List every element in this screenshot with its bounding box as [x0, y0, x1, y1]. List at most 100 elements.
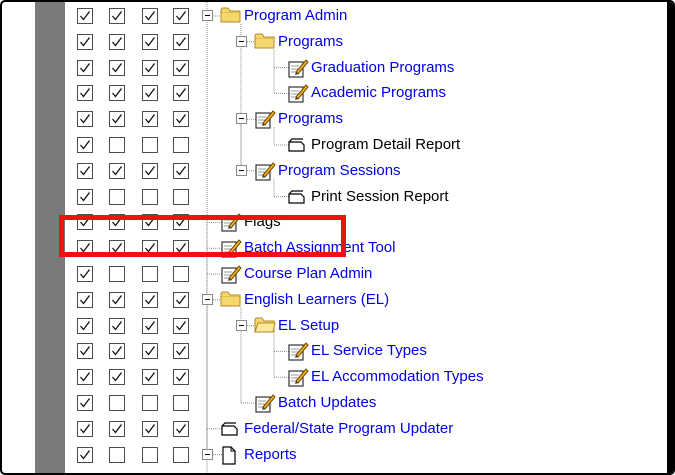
permission-checkbox-1[interactable] [77, 59, 93, 76]
permission-checkbox-4[interactable] [173, 188, 189, 205]
permission-checkbox-4[interactable] [173, 266, 189, 282]
tree-row: Reports [65, 442, 667, 468]
permission-checkbox-3[interactable] [142, 8, 158, 24]
tool-edit-icon [220, 264, 242, 289]
tree-row: Programs [65, 106, 667, 132]
permission-checkbox-2[interactable] [109, 111, 125, 128]
collapse-toggle[interactable] [202, 448, 213, 460]
folder-icon [220, 290, 242, 313]
permission-checkbox-2[interactable] [109, 343, 125, 360]
permission-checkbox-3[interactable] [142, 59, 158, 76]
permission-checkbox-4[interactable] [173, 369, 189, 386]
permission-checkbox-3[interactable] [142, 317, 158, 334]
tree-row: English Learners (EL) [65, 287, 667, 313]
permission-checkbox-3[interactable] [142, 343, 158, 360]
tree-item-label[interactable]: Course Plan Admin [244, 265, 372, 283]
permission-checkbox-3[interactable] [142, 137, 158, 153]
tree-item-label[interactable]: EL Setup [278, 317, 339, 335]
permission-checkbox-4[interactable] [173, 111, 189, 128]
report-icon [287, 135, 309, 158]
permission-checkbox-3[interactable] [142, 395, 158, 411]
permission-checkbox-4[interactable] [173, 8, 189, 24]
permission-checkbox-4[interactable] [173, 291, 189, 308]
collapse-toggle[interactable] [236, 319, 247, 331]
permission-checkbox-3[interactable] [142, 369, 158, 386]
collapse-toggle[interactable] [236, 164, 247, 176]
permission-checkbox-2[interactable] [109, 162, 125, 179]
tree-row: EL Service Types [65, 338, 667, 364]
permission-checkbox-4[interactable] [173, 446, 189, 463]
permission-checkbox-4[interactable] [173, 59, 189, 76]
permission-checkbox-3[interactable] [142, 85, 158, 102]
tree-item-label[interactable]: Federal/State Program Updater [244, 420, 453, 438]
tree-row: EL Accommodation Types [65, 364, 667, 390]
permission-checkbox-1[interactable] [77, 291, 93, 308]
tool-edit-icon [287, 341, 309, 366]
permission-checkbox-2[interactable] [109, 85, 125, 102]
tree-item-label[interactable]: Program Sessions [278, 162, 401, 180]
permission-checkbox-1[interactable] [77, 343, 93, 360]
permission-checkbox-1[interactable] [77, 369, 93, 386]
permission-checkbox-2[interactable] [109, 291, 125, 308]
tree-item-label[interactable]: Academic Programs [311, 84, 446, 102]
tree-item-label[interactable]: Print Session Report [311, 188, 449, 206]
permission-checkbox-1[interactable] [77, 266, 93, 282]
permission-checkbox-3[interactable] [142, 162, 158, 179]
permission-checkbox-1[interactable] [77, 137, 93, 153]
permission-checkbox-1[interactable] [77, 420, 93, 437]
tree-row: Batch Updates [65, 390, 667, 416]
tree-item-label[interactable]: Program Detail Report [311, 136, 460, 154]
permission-checkbox-3[interactable] [142, 111, 158, 128]
tree-item-label[interactable]: EL Service Types [311, 342, 427, 360]
tree-item-label[interactable]: Program Admin [244, 7, 347, 25]
permission-checkbox-3[interactable] [142, 266, 158, 282]
permission-checkbox-4[interactable] [173, 420, 189, 437]
permission-checkbox-2[interactable] [109, 137, 125, 153]
permission-checkbox-1[interactable] [77, 8, 93, 24]
tree-item-label[interactable]: EL Accommodation Types [311, 368, 484, 386]
permission-checkbox-4[interactable] [173, 137, 189, 153]
permission-checkbox-1[interactable] [77, 85, 93, 102]
tree-item-label[interactable]: Graduation Programs [311, 59, 454, 77]
permission-checkbox-2[interactable] [109, 59, 125, 76]
permission-checkbox-1[interactable] [77, 446, 93, 463]
permission-checkbox-4[interactable] [173, 343, 189, 360]
permission-checkbox-2[interactable] [109, 33, 125, 50]
collapse-toggle[interactable] [236, 113, 247, 125]
report-icon [220, 419, 242, 442]
folder-open-icon [254, 316, 276, 339]
permission-checkbox-1[interactable] [77, 395, 93, 411]
tree-item-label[interactable]: Programs [278, 33, 343, 51]
permission-checkbox-1[interactable] [77, 111, 93, 128]
permission-checkbox-2[interactable] [109, 395, 125, 411]
permission-checkbox-2[interactable] [109, 266, 125, 282]
permission-checkbox-4[interactable] [173, 395, 189, 411]
permission-checkbox-3[interactable] [142, 291, 158, 308]
tree-item-label[interactable]: Programs [278, 110, 343, 128]
tree-item-label[interactable]: Reports [244, 446, 297, 464]
permission-checkbox-2[interactable] [109, 188, 125, 205]
permission-checkbox-3[interactable] [142, 188, 158, 205]
permission-checkbox-1[interactable] [77, 188, 93, 205]
tree-item-label[interactable]: English Learners (EL) [244, 291, 389, 309]
tree-item-label[interactable]: Batch Updates [278, 394, 376, 412]
permission-checkbox-2[interactable] [109, 8, 125, 24]
permission-checkbox-4[interactable] [173, 317, 189, 334]
tree-row: Print Session Report [65, 184, 667, 210]
permission-checkbox-3[interactable] [142, 33, 158, 50]
permission-checkbox-2[interactable] [109, 369, 125, 386]
permission-checkbox-2[interactable] [109, 446, 125, 463]
collapse-toggle[interactable] [202, 293, 213, 305]
permission-checkbox-2[interactable] [109, 317, 125, 334]
permission-checkbox-1[interactable] [77, 162, 93, 179]
permission-checkbox-1[interactable] [77, 33, 93, 50]
permission-checkbox-3[interactable] [142, 446, 158, 463]
permission-checkbox-4[interactable] [173, 85, 189, 102]
permission-checkbox-3[interactable] [142, 420, 158, 437]
collapse-toggle[interactable] [236, 35, 247, 47]
permission-checkbox-4[interactable] [173, 162, 189, 179]
collapse-toggle[interactable] [202, 10, 213, 21]
permission-checkbox-2[interactable] [109, 420, 125, 437]
permission-checkbox-4[interactable] [173, 33, 189, 50]
permission-checkbox-1[interactable] [77, 317, 93, 334]
